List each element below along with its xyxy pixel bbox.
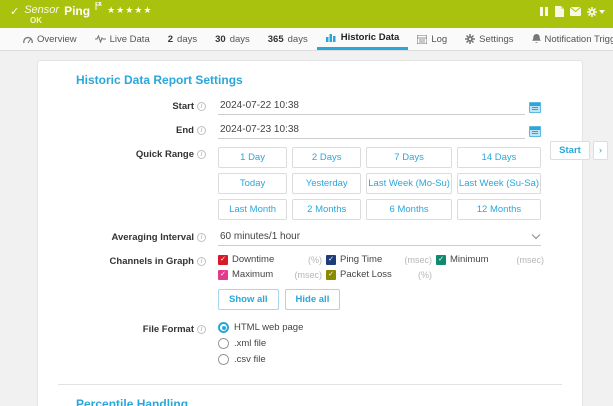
collapse-arrow-button[interactable]: › [593, 141, 608, 160]
channel-checkbox[interactable]: ✓ [436, 255, 446, 265]
calendar-icon[interactable] [529, 126, 541, 137]
averaging-interval-select[interactable]: 60 minutes/1 hour [218, 230, 541, 246]
averaging-row: Averaging Intervali 60 minutes/1 hour [76, 230, 562, 246]
log-icon [417, 35, 427, 44]
start-report-button[interactable]: Start [550, 141, 590, 160]
historic-data-form-panel: Historic Data Report Settings Starti 202… [37, 60, 583, 406]
show-all-button[interactable]: Show all [218, 289, 279, 310]
channels-row: Channels in Graphi ✓ Downtime (%) ✓ Ping… [76, 254, 562, 310]
quick-range-yesterday[interactable]: Yesterday [292, 173, 361, 194]
gear-menu-icon[interactable] [587, 7, 605, 17]
tab-live-data[interactable]: Live Data [86, 28, 159, 50]
sensor-name: Ping [64, 4, 90, 18]
info-icon[interactable]: i [197, 150, 206, 159]
tab-30-days[interactable]: 30days [206, 28, 259, 50]
end-row: Endi 2024-07-23 10:38 [76, 123, 562, 139]
gear-icon [465, 34, 475, 44]
quick-range-today[interactable]: Today [218, 173, 287, 194]
status-badge: OK [30, 16, 42, 25]
channel-ping-time: ✓ Ping Time (msec) [326, 254, 432, 265]
file-format-xml-radio[interactable] [218, 338, 229, 349]
info-icon[interactable]: i [197, 102, 206, 111]
percentile-section-title: Percentile Handling [76, 397, 562, 406]
channels-in-graph-label: Channels in Graph [110, 256, 194, 267]
pause-icon[interactable] [540, 7, 548, 16]
info-icon[interactable]: i [197, 325, 206, 334]
start-date-input[interactable]: 2024-07-22 10:38 [218, 99, 525, 115]
channel-packet-loss: ✓ Packet Loss (%) [326, 269, 432, 280]
tab-2-days[interactable]: 2days [159, 28, 206, 50]
channel-maximum: ✓ Maximum (msec) [218, 269, 322, 280]
hide-all-button[interactable]: Hide all [285, 289, 341, 310]
quick-range-last-week-mo-su[interactable]: Last Week (Mo-Su) [366, 173, 452, 194]
tab-365-days[interactable]: 365days [259, 28, 317, 50]
quick-range-6-months[interactable]: 6 Months [366, 199, 452, 220]
averaging-interval-label: Averaging Interval [111, 232, 194, 243]
quick-range-row: Quick Rangei 1 Day 2 Days 7 Days 14 Days… [76, 147, 562, 220]
calendar-icon[interactable] [529, 102, 541, 113]
channel-checkbox[interactable]: ✓ [218, 255, 228, 265]
channel-minimum: ✓ Minimum (msec) [436, 254, 544, 265]
channel-checkbox[interactable]: ✓ [326, 270, 336, 280]
start-label: Start [172, 101, 194, 112]
status-check-icon: ✓ [10, 5, 19, 18]
info-icon[interactable]: i [197, 126, 206, 135]
flag-icon[interactable] [95, 2, 102, 13]
channel-checkbox[interactable]: ✓ [218, 270, 228, 280]
start-button-group: Start › [550, 141, 608, 160]
info-icon[interactable]: i [197, 233, 206, 242]
live-data-icon [95, 35, 106, 43]
bell-icon [532, 34, 541, 44]
report-icon[interactable] [554, 6, 564, 17]
tab-overview[interactable]: Overview [14, 28, 86, 50]
info-icon[interactable]: i [197, 257, 206, 266]
channel-downtime: ✓ Downtime (%) [218, 254, 322, 265]
file-format-html-radio[interactable] [218, 322, 229, 333]
section-title: Historic Data Report Settings [76, 73, 562, 87]
bar-chart-icon [326, 33, 337, 42]
quick-range-2-days[interactable]: 2 Days [292, 147, 361, 168]
quick-range-2-months[interactable]: 2 Months [292, 199, 361, 220]
tab-historic-data[interactable]: Historic Data [317, 28, 409, 50]
section-divider [58, 384, 562, 385]
tab-notification-triggers[interactable]: Notification Triggers [523, 28, 613, 50]
file-format-label: File Format [143, 324, 194, 335]
tab-settings[interactable]: Settings [456, 28, 522, 50]
sensor-type-label: Sensor [24, 4, 59, 16]
quick-range-1-day[interactable]: 1 Day [218, 147, 287, 168]
priority-stars[interactable]: ★★★★★ [107, 5, 152, 16]
sensor-tabbar: Overview Live Data 2days 30days 365days … [0, 28, 613, 51]
quick-range-label: Quick Range [136, 149, 194, 160]
tab-log[interactable]: Log [408, 28, 456, 50]
gauge-icon [23, 35, 33, 44]
sensor-header: ✓ Sensor Ping ★★★★★ OK [0, 0, 613, 28]
end-label: End [176, 125, 194, 136]
quick-range-last-month[interactable]: Last Month [218, 199, 287, 220]
quick-range-7-days[interactable]: 7 Days [366, 147, 452, 168]
quick-range-12-months[interactable]: 12 Months [457, 199, 541, 220]
file-format-row: File Formati HTML web page .xml file .cs… [76, 322, 562, 370]
file-format-csv-radio[interactable] [218, 354, 229, 365]
quick-range-last-week-su-sa[interactable]: Last Week (Su-Sa) [457, 173, 541, 194]
email-icon[interactable] [570, 7, 581, 16]
start-row: Starti 2024-07-22 10:38 [76, 99, 562, 115]
channel-checkbox[interactable]: ✓ [326, 255, 336, 265]
quick-range-14-days[interactable]: 14 Days [457, 147, 541, 168]
end-date-input[interactable]: 2024-07-23 10:38 [218, 123, 525, 139]
chevron-down-icon [532, 231, 540, 239]
